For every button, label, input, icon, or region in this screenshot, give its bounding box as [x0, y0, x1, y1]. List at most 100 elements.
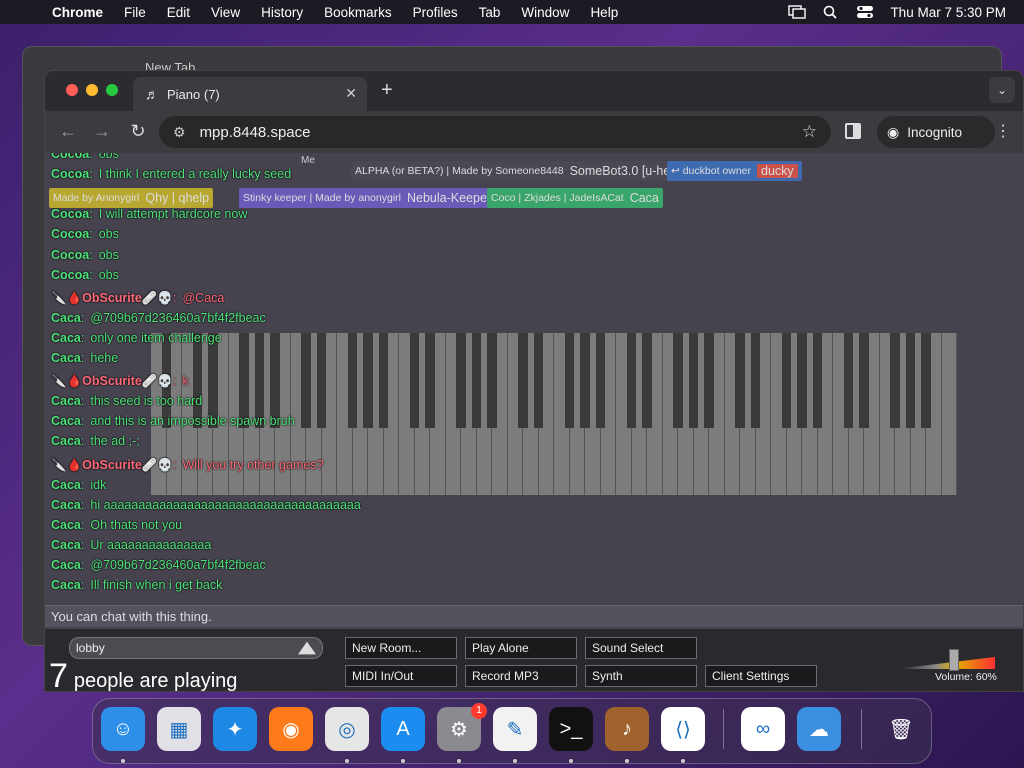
firefox-icon[interactable]: ◉: [269, 707, 313, 751]
menu-file[interactable]: File: [124, 5, 146, 20]
chat-message: Cocoa: obs: [51, 227, 119, 247]
tab-search-chevron-icon[interactable]: ⌄: [989, 77, 1015, 103]
side-panel-icon[interactable]: [845, 123, 861, 139]
menu-help[interactable]: Help: [590, 5, 618, 20]
new-tab-button[interactable]: +: [381, 79, 393, 102]
piano-black-key[interactable]: [735, 333, 745, 428]
address-bar[interactable]: ⚙ mpp.8448.space ☆: [159, 116, 831, 148]
app-store-icon[interactable]: A: [381, 707, 425, 751]
chrome-icon[interactable]: ◎: [325, 707, 369, 751]
chat-author[interactable]: Caca: [51, 558, 81, 572]
chat-author[interactable]: Caca: [51, 478, 81, 492]
chat-author[interactable]: 🔪🩸ObScurite🩹💀: [51, 374, 173, 388]
safari-icon[interactable]: ✦: [213, 707, 257, 751]
incognito-badge[interactable]: ◉ Incognito: [877, 116, 995, 148]
menu-window[interactable]: Window: [521, 5, 569, 20]
chat-author[interactable]: Caca: [51, 578, 81, 592]
launchpad-icon[interactable]: ▦: [157, 707, 201, 751]
piano-black-key[interactable]: [750, 333, 761, 428]
menu-view[interactable]: View: [211, 5, 240, 20]
menu-edit[interactable]: Edit: [167, 5, 190, 20]
chat-text: Ill finish when i get back: [90, 578, 223, 593]
terminal-icon[interactable]: >_: [549, 707, 593, 751]
piano-black-key[interactable]: [781, 333, 792, 428]
tab-title: Piano (7): [167, 86, 220, 102]
chat-author[interactable]: Caca: [51, 538, 81, 552]
sound-select-button[interactable]: Sound Select: [585, 637, 697, 659]
menu-bookmarks[interactable]: Bookmarks: [324, 5, 392, 20]
user-tag[interactable]: ↩ duckbot owner ducky: [667, 161, 802, 181]
piano-black-key[interactable]: [812, 333, 823, 428]
close-window-button[interactable]: [66, 84, 78, 96]
site-info-icon[interactable]: ⚙: [173, 124, 186, 141]
chat-author[interactable]: Cocoa: [51, 227, 89, 241]
chat-author[interactable]: Caca: [51, 311, 81, 325]
chat-author[interactable]: Caca: [51, 518, 81, 532]
piano-black-key[interactable]: [843, 333, 854, 428]
garageband-icon[interactable]: ♪: [605, 707, 649, 751]
chat-author[interactable]: Caca: [51, 498, 81, 512]
volume-slider[interactable]: Volume: 60%: [895, 649, 997, 689]
chat-author[interactable]: Cocoa: [51, 167, 89, 181]
textedit-icon[interactable]: ✎: [493, 707, 537, 751]
menu-history[interactable]: History: [261, 5, 303, 20]
browser-menu-icon[interactable]: ⋮: [995, 121, 1011, 141]
menu-clock[interactable]: Thu Mar 7 5:30 PM: [890, 5, 1006, 20]
chat-author[interactable]: Cocoa: [51, 153, 89, 161]
piano-black-key[interactable]: [797, 333, 807, 428]
room-selector[interactable]: lobby: [69, 637, 323, 659]
piano-black-key[interactable]: [688, 333, 699, 428]
chat-text: Ur aaaaaaaaaaaaaaa: [90, 537, 212, 552]
screen-mirroring-icon[interactable]: [788, 5, 807, 19]
minimize-window-button[interactable]: [86, 84, 98, 96]
piano-black-key[interactable]: [890, 333, 900, 428]
spotlight-search-icon[interactable]: [822, 5, 840, 19]
chat-author[interactable]: Cocoa: [51, 207, 89, 221]
user-tag[interactable]: ALPHA (or BETA?) | Made by Someone8448 So…: [351, 161, 678, 181]
piano-black-key[interactable]: [673, 333, 683, 428]
room-dropdown-arrow-icon[interactable]: [298, 641, 316, 655]
back-button[interactable]: ←: [57, 121, 79, 142]
reload-button[interactable]: ↻: [127, 121, 149, 142]
piano-black-key[interactable]: [905, 333, 916, 428]
piano-black-key[interactable]: [704, 333, 714, 428]
zoom-window-button[interactable]: [106, 84, 118, 96]
chat-author[interactable]: Cocoa: [51, 268, 89, 282]
tab-piano[interactable]: ♬ Piano (7) ✕: [133, 77, 367, 111]
volume-knob[interactable]: [949, 649, 959, 671]
menu-profiles[interactable]: Profiles: [413, 5, 458, 20]
chat-author[interactable]: 🔪🩸ObScurite🩹💀: [51, 458, 173, 472]
bookmark-star-icon[interactable]: ☆: [802, 122, 817, 142]
chat-author[interactable]: Caca: [51, 414, 81, 428]
trash-icon[interactable]: 🗑: [879, 707, 923, 751]
play-alone-button[interactable]: Play Alone: [465, 637, 577, 659]
chat-message: Caca: @709b67d236460a7bf4f2fbeac: [51, 311, 266, 331]
menu-app-name[interactable]: Chrome: [52, 5, 103, 20]
piano-black-key[interactable]: [859, 333, 869, 428]
midi-button[interactable]: MIDI In/Out: [345, 665, 457, 687]
finder-icon[interactable]: ☺: [101, 707, 145, 751]
chat-author[interactable]: Caca: [51, 394, 81, 408]
piano-black-key[interactable]: [921, 333, 931, 428]
user-tag[interactable]: Stinky keeper | Made by anonygirl Nebula-…: [239, 188, 496, 208]
client-settings-button[interactable]: Client Settings: [705, 665, 817, 687]
record-mp3-button[interactable]: Record MP3: [465, 665, 577, 687]
control-center-icon[interactable]: [856, 5, 874, 19]
chat-author[interactable]: Caca: [51, 351, 81, 365]
menu-tab[interactable]: Tab: [479, 5, 501, 20]
piano-white-key[interactable]: [941, 333, 957, 495]
weather-icon[interactable]: ☁: [797, 707, 841, 751]
forward-button[interactable]: →: [91, 121, 113, 142]
chat-author[interactable]: Cocoa: [51, 248, 89, 262]
synth-button[interactable]: Synth: [585, 665, 697, 687]
chat-input[interactable]: You can chat with this thing.: [45, 605, 1023, 627]
vscode-icon[interactable]: ⟨⟩: [661, 707, 705, 751]
chat-author[interactable]: 🔪🩸ObScurite🩹💀: [51, 291, 173, 305]
chat-author[interactable]: Caca: [51, 331, 81, 345]
close-tab-icon[interactable]: ✕: [345, 85, 357, 102]
chat-author[interactable]: Caca: [51, 434, 81, 448]
user-tag[interactable]: Coco | Zkjades | JadeIsACat Caca: [487, 188, 663, 208]
user-tag[interactable]: Made by Anonygirl Qhy | qhelp: [49, 188, 214, 208]
visual-studio-icon[interactable]: ∞: [741, 707, 785, 751]
new-room-button[interactable]: New Room...: [345, 637, 457, 659]
